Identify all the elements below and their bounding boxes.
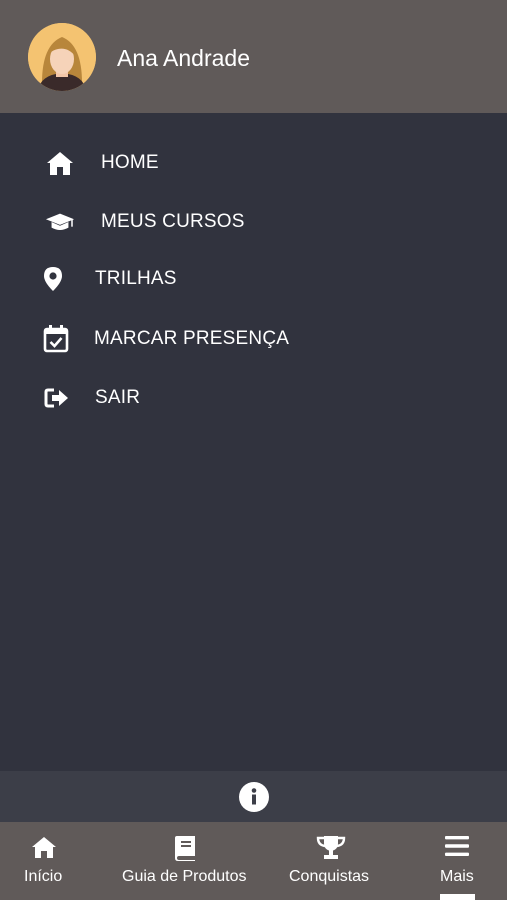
- menu-item-label: HOME: [101, 152, 159, 173]
- trophy-icon: [316, 834, 346, 862]
- graduation-cap-icon: [45, 208, 75, 236]
- nav-item-label: Início: [24, 868, 63, 885]
- nav-item-conquistas[interactable]: Conquistas: [280, 822, 385, 900]
- book-icon: [173, 834, 201, 862]
- home-icon: [30, 834, 58, 862]
- nav-item-guia-de-produtos[interactable]: Guia de Produtos: [110, 822, 260, 900]
- drawer-header: Ana Andrade: [0, 0, 507, 113]
- menu-item-meus-cursos[interactable]: MEUS CURSOS: [0, 197, 507, 247]
- nav-item-label: Conquistas: [289, 868, 370, 885]
- menu-item-label: MEUS CURSOS: [101, 211, 245, 232]
- menu-item-home[interactable]: HOME: [0, 138, 507, 188]
- home-icon: [45, 149, 75, 177]
- menu-item-label: SAIR: [95, 387, 141, 408]
- menu-item-trilhas[interactable]: TRILHAS: [0, 254, 507, 304]
- nav-item-inicio[interactable]: Início: [0, 822, 88, 900]
- info-circle-icon[interactable]: [239, 782, 269, 812]
- user-name: Ana Andrade: [117, 45, 251, 71]
- menu-item-label: TRILHAS: [95, 268, 177, 289]
- map-marker-icon: [38, 265, 68, 293]
- calendar-check-icon: [41, 325, 71, 353]
- bottom-nav: Início Guia de Produtos Conquistas Mais: [0, 822, 507, 900]
- menu-bars-icon: [444, 834, 472, 862]
- menu-item-label: MARCAR PRESENÇA: [94, 328, 290, 349]
- menu-item-marcar-presenca[interactable]: MARCAR PRESENÇA: [0, 314, 507, 364]
- nav-item-mais[interactable]: Mais: [420, 822, 495, 900]
- user-avatar[interactable]: [28, 23, 96, 91]
- nav-item-label: Guia de Produtos: [122, 868, 247, 885]
- sign-out-icon: [42, 384, 72, 412]
- nav-item-label: Mais: [440, 868, 474, 885]
- menu-item-sair[interactable]: SAIR: [0, 373, 507, 423]
- active-tab-indicator: [440, 894, 475, 900]
